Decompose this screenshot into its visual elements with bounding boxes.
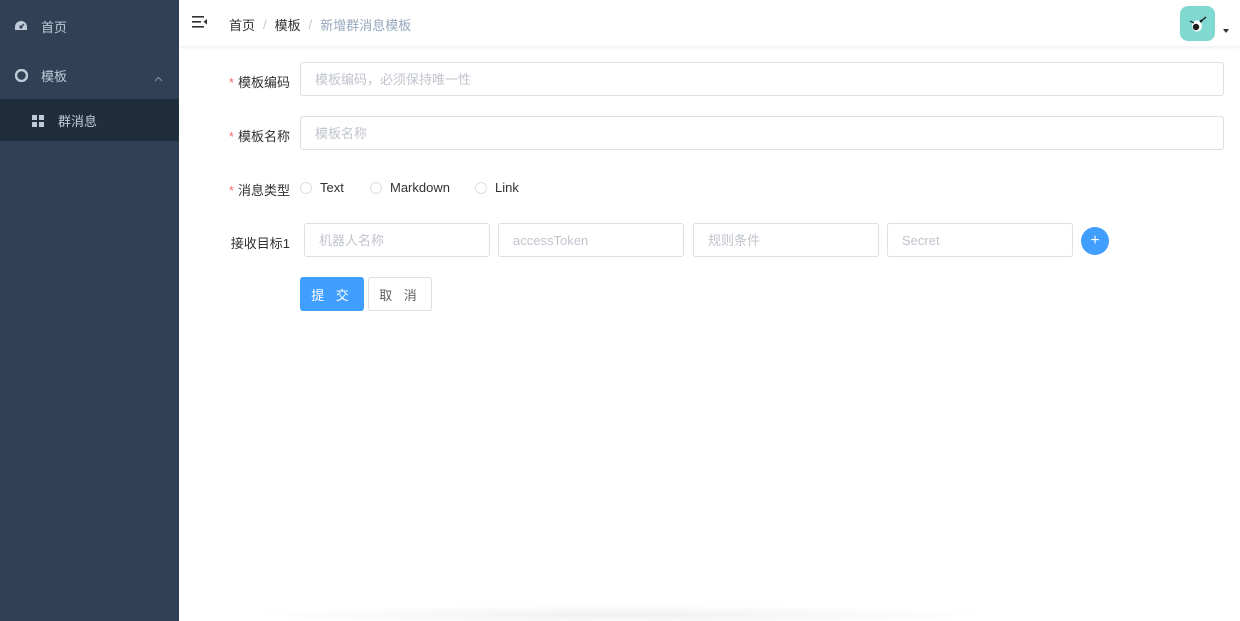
radio-circle xyxy=(370,181,382,194)
sidebar-item-group-message[interactable]: 群消息 xyxy=(0,99,179,141)
avatar-image xyxy=(1189,15,1206,31)
radio-text[interactable]: Text xyxy=(300,180,344,195)
breadcrumb-separator: / xyxy=(263,17,267,32)
bottom-shadow xyxy=(240,605,1000,621)
dashboard-icon xyxy=(14,19,28,33)
robot-name-input[interactable] xyxy=(304,223,490,257)
sidebar-item-label: 首页 xyxy=(41,19,68,35)
code-label: * 模板编码 xyxy=(228,75,290,90)
secret-input[interactable] xyxy=(887,223,1073,257)
breadcrumb-separator: / xyxy=(308,17,313,32)
name-label: * 模板名称 xyxy=(228,129,290,144)
required-mark: * xyxy=(228,129,234,144)
sidebar-item-template[interactable]: 模板 xyxy=(0,51,179,99)
sidebar-item-home[interactable]: 首页 xyxy=(0,2,179,50)
cancel-button[interactable]: 取 消 xyxy=(368,277,432,311)
lifebuoy-icon xyxy=(14,68,28,82)
avatar[interactable] xyxy=(1180,6,1215,41)
submit-button[interactable]: 提 交 xyxy=(300,277,364,311)
breadcrumb-current: 新增群消息模板 xyxy=(320,18,412,33)
sidebar-item-label: 群消息 xyxy=(58,113,98,129)
add-target-button[interactable]: + xyxy=(1081,227,1109,255)
required-mark: * xyxy=(228,75,234,90)
radio-circle xyxy=(475,181,487,194)
radio-link[interactable]: Link xyxy=(475,180,519,195)
radio-circle xyxy=(300,181,312,194)
caret-down-icon[interactable] xyxy=(1223,29,1229,33)
breadcrumb-template[interactable]: 模板 xyxy=(275,15,301,34)
access-token-input[interactable] xyxy=(498,223,684,257)
chevron-up-icon xyxy=(154,70,163,82)
target-label: 接收目标1 xyxy=(230,236,290,251)
navbar: 首页 / 模板 / 新增群消息模板 xyxy=(179,0,1240,46)
plus-icon: + xyxy=(1090,232,1100,249)
sidebar: 首页 模板 群消息 xyxy=(0,0,179,621)
required-mark: * xyxy=(228,183,234,198)
breadcrumb: 首页 / 模板 / 新增群消息模板 xyxy=(229,15,411,34)
type-label: * 消息类型 xyxy=(228,183,290,198)
grid-icon xyxy=(32,114,44,127)
hamburger-icon[interactable] xyxy=(192,15,208,29)
radio-markdown[interactable]: Markdown xyxy=(370,180,450,195)
breadcrumb-home[interactable]: 首页 xyxy=(229,15,255,34)
sidebar-item-label: 模板 xyxy=(41,68,68,84)
rule-condition-input[interactable] xyxy=(693,223,879,257)
template-code-input[interactable] xyxy=(300,62,1224,96)
template-name-input[interactable] xyxy=(300,116,1224,150)
